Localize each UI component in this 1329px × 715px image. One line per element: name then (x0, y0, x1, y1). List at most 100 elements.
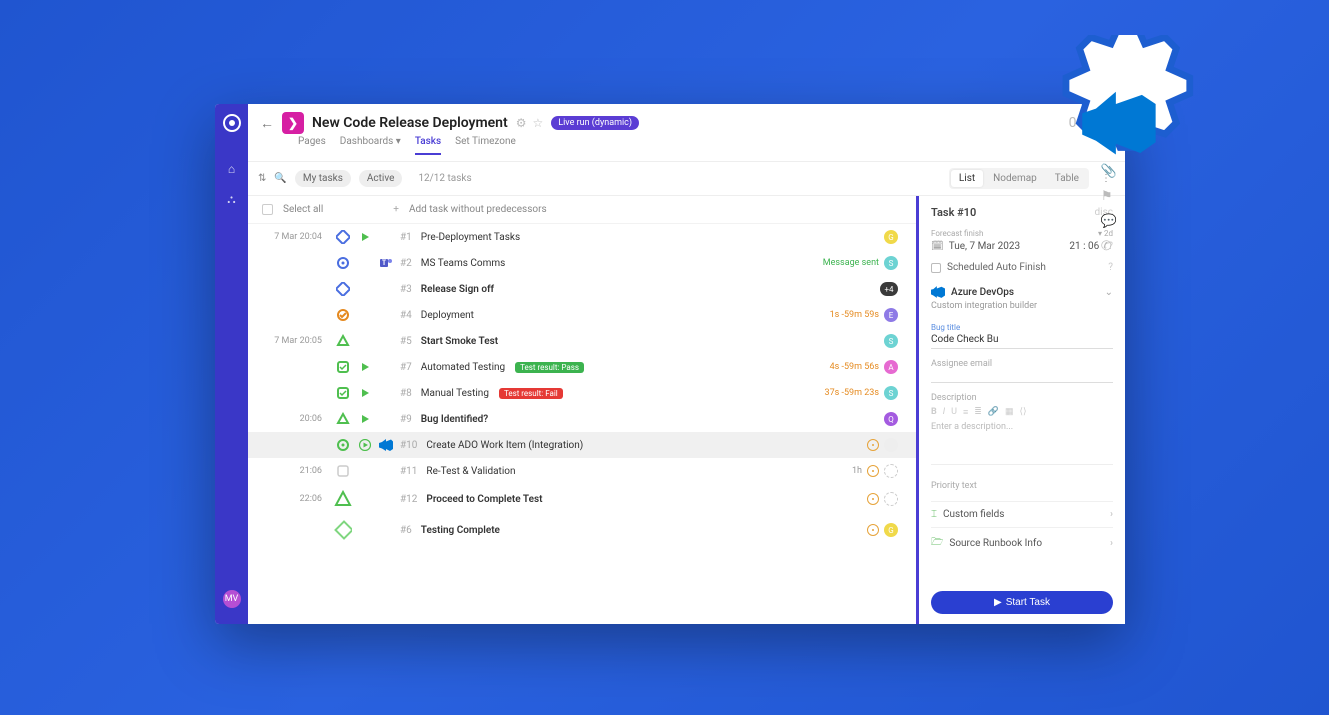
back-icon[interactable]: ← (260, 115, 274, 132)
task-number: #3 (400, 284, 412, 295)
my-tasks-chip[interactable]: My tasks (295, 170, 351, 187)
gear-icon[interactable]: ⚙ (516, 116, 527, 130)
folder-icon: 🗁 (931, 535, 943, 552)
auto-finish-checkbox[interactable] (931, 263, 941, 273)
phone-icon[interactable]: ✆ (1101, 239, 1117, 254)
task-name: Automated Testing (421, 362, 505, 373)
result-badge: Test result: Pass (515, 362, 584, 373)
node-icon (334, 490, 352, 508)
project-badge-icon: ❯ (282, 112, 304, 134)
link-icon[interactable]: 🔗 (988, 407, 999, 418)
task-row[interactable]: 21:06 #11 Re-Test & Validation 1h (248, 458, 916, 484)
custom-fields-row[interactable]: ⌶ Custom fields › (931, 501, 1113, 527)
more-assignees-badge[interactable]: +4 (880, 282, 898, 296)
assignee-avatar[interactable]: Q (884, 412, 898, 426)
list-icon[interactable]: ≡ (963, 407, 968, 418)
titlebar: ← ❯ New Code Release Deployment ⚙ ☆ Live… (248, 104, 1125, 136)
play-icon[interactable] (358, 439, 372, 451)
chat-icon[interactable]: 💬 (1101, 214, 1117, 229)
add-icon[interactable]: + (393, 204, 399, 215)
sub-nav: Pages Dashboards ▾ Tasks Set Timezone (248, 136, 1125, 162)
task-number: #2 (400, 258, 412, 269)
assignee-avatar[interactable]: G (884, 230, 898, 244)
source-runbook-label: Source Runbook Info (949, 538, 1042, 549)
task-row[interactable]: 22:06 #12 Proceed to Complete Test (248, 484, 916, 514)
task-row[interactable]: 7 Mar 20:05 #5 Start Smoke Test S (248, 328, 916, 354)
help-icon[interactable]: ? (1108, 262, 1113, 273)
bold-icon[interactable]: B (931, 407, 937, 418)
forecast-time[interactable]: 21 : 06 (1069, 241, 1099, 252)
status-icon (867, 493, 879, 505)
rtf-toolbar[interactable]: B I U ≡ ≣ 🔗 ▦ ⟨⟩ (931, 407, 1113, 418)
play-icon[interactable] (358, 414, 372, 424)
task-row[interactable]: #8 Manual Testing Test result: Fail 37s … (248, 380, 916, 406)
task-row[interactable]: #7 Automated Testing Test result: Pass 4… (248, 354, 916, 380)
assignee-avatar[interactable]: G (884, 523, 898, 537)
add-task-label[interactable]: Add task without predecessors (409, 204, 547, 215)
task-row[interactable]: #10 Create ADO Work Item (Integration) (248, 432, 916, 458)
app-logo-icon[interactable] (223, 114, 241, 132)
task-number: #11 (400, 466, 417, 477)
task-row[interactable]: T #2 MS Teams Comms Message sentS (248, 250, 916, 276)
unassigned-avatar[interactable] (884, 464, 898, 478)
play-icon[interactable] (358, 362, 372, 372)
assignee-input[interactable] (931, 369, 1113, 383)
assignee-avatar[interactable]: A (884, 360, 898, 374)
forecast-date[interactable]: Tue, 7 Mar 2023 (949, 241, 1020, 252)
assignee-avatar[interactable]: S (884, 256, 898, 270)
node-icon (334, 360, 352, 374)
project-title: New Code Release Deployment (312, 115, 508, 131)
task-number: #6 (400, 525, 412, 536)
unassigned-avatar[interactable] (884, 438, 898, 452)
home-icon[interactable]: ⌂ (228, 162, 235, 176)
description-input[interactable]: Enter a description... (931, 422, 1113, 465)
task-row[interactable]: 20:06 #9 Bug Identified? Q (248, 406, 916, 432)
azure-devops-icon (379, 438, 393, 452)
task-row[interactable]: 7 Mar 20:04 #1 Pre-Deployment Tasks G (248, 224, 916, 250)
underline-icon[interactable]: U (951, 407, 957, 418)
filter-icon[interactable]: ⇅ (258, 173, 266, 184)
description-label: Description (931, 393, 1113, 403)
assignee-avatar[interactable]: S (884, 334, 898, 348)
subnav-tasks[interactable]: Tasks (415, 136, 441, 155)
calendar-icon[interactable]: 🗓 (931, 241, 944, 252)
play-icon[interactable] (358, 232, 372, 242)
image-icon[interactable]: ▦ (1005, 407, 1014, 418)
priority-label: Priority text (931, 481, 1113, 491)
source-runbook-row[interactable]: 🗁 Source Runbook Info › (931, 527, 1113, 559)
italic-icon[interactable]: I (943, 407, 945, 418)
code-icon[interactable]: ⟨⟩ (1020, 407, 1027, 418)
list2-icon[interactable]: ≣ (974, 407, 982, 418)
active-chip[interactable]: Active (359, 170, 403, 187)
node-icon (334, 282, 352, 296)
subnav-dashboards-[interactable]: Dashboards ▾ (340, 136, 401, 155)
unassigned-avatar[interactable] (884, 492, 898, 506)
task-id: Task #10 (931, 206, 976, 219)
user-avatar[interactable]: MV (223, 590, 241, 608)
people-icon[interactable]: ⛬ (227, 192, 235, 207)
integration-name[interactable]: Azure DevOps (951, 287, 1014, 298)
assignee-avatar[interactable]: S (884, 386, 898, 400)
star-icon[interactable]: ☆ (532, 116, 543, 130)
chevron-down-icon[interactable]: ⌄ (1105, 287, 1113, 298)
assignee-label: Assignee email (931, 359, 1113, 369)
task-name: Deployment (421, 310, 474, 321)
task-row[interactable]: #3 Release Sign off +4 (248, 276, 916, 302)
play-icon[interactable] (358, 388, 372, 398)
select-all-label[interactable]: Select all (283, 204, 323, 215)
task-number: #5 (400, 336, 412, 347)
subnav-set-timezone[interactable]: Set Timezone (455, 136, 516, 155)
view-list[interactable]: List (951, 170, 983, 187)
fields-icon: ⌶ (931, 509, 937, 520)
select-all-checkbox[interactable] (262, 204, 273, 215)
search-icon[interactable]: 🔍 (274, 173, 286, 184)
start-task-button[interactable]: ▶ Start Task (931, 591, 1113, 614)
task-name: Start Smoke Test (421, 336, 498, 347)
start-task-label: Start Task (1006, 597, 1050, 608)
bug-title-input[interactable]: Code Check Bu (931, 332, 1113, 349)
subnav-pages[interactable]: Pages (298, 136, 326, 155)
task-row[interactable]: #4 Deployment 1s -59m 59sE (248, 302, 916, 328)
assignee-avatar[interactable]: E (884, 308, 898, 322)
task-time: 21:06 (248, 466, 328, 476)
task-row[interactable]: #6 Testing Complete G (248, 514, 916, 546)
